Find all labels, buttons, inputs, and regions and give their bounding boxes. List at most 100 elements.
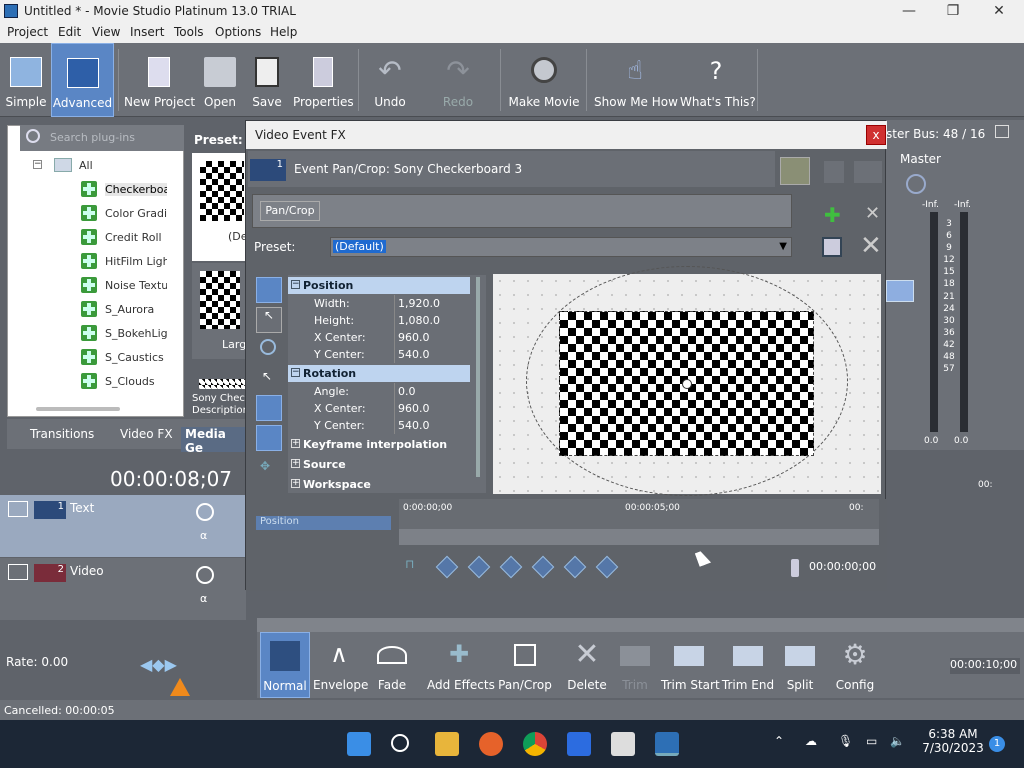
group-keyframe-interpolation[interactable]: + Keyframe interpolation	[288, 436, 470, 453]
7zip-icon[interactable]	[611, 732, 635, 756]
save-button[interactable]: Save	[248, 43, 286, 117]
preset-dropdown[interactable]: (Default) ▼	[330, 237, 792, 257]
minimize-button[interactable]: —	[886, 0, 932, 23]
group-position[interactable]: − Position	[288, 277, 470, 294]
chevron-up-icon[interactable]: ⌃	[774, 734, 784, 748]
dropbox-icon[interactable]	[567, 732, 591, 756]
firefox-icon[interactable]	[479, 732, 503, 756]
track-expand-icon[interactable]	[8, 564, 28, 580]
layout-view-icon[interactable]	[780, 157, 810, 185]
plugin-item[interactable]: Color Gradier	[20, 202, 180, 226]
search-input[interactable]: Search plug-ins	[50, 131, 135, 144]
undo-button[interactable]: ↶ Undo	[366, 43, 414, 117]
collapse-toggle[interactable]: −	[291, 368, 300, 377]
movie-studio-taskbar-icon[interactable]	[655, 732, 679, 756]
microphone-icon[interactable]: 🎙	[838, 734, 853, 748]
keyframe-track-position[interactable]: Position	[256, 516, 391, 530]
next-keyframe-icon[interactable]	[499, 555, 523, 579]
normal-edit-tool-icon[interactable]: ↖	[256, 307, 282, 333]
tab-media-generators[interactable]: Media Ge	[181, 427, 247, 455]
layout-view-2-icon[interactable]	[824, 161, 844, 183]
fade-tool-button[interactable]: Fade	[369, 632, 415, 698]
zoom-tool-icon[interactable]	[260, 339, 276, 355]
tab-transitions[interactable]: Transitions	[30, 427, 94, 441]
add-plugin-icon[interactable]: ✚	[824, 203, 841, 227]
rate-slider-handle[interactable]	[170, 678, 190, 696]
first-keyframe-icon[interactable]	[435, 555, 459, 579]
menu-view[interactable]: View	[92, 25, 120, 39]
pan-crop-button[interactable]: Pan/Crop	[497, 632, 553, 698]
redo-button[interactable]: ↷ Redo	[434, 43, 482, 117]
dialog-close-button[interactable]: x	[866, 125, 886, 145]
prop-width[interactable]: Width: 1,920.0	[288, 295, 470, 312]
add-keyframe-icon[interactable]	[563, 555, 587, 579]
keyframe-ruler[interactable]: 0:00:00;00 00:00:05;00 00:	[399, 499, 879, 529]
close-button[interactable]: ✕	[976, 0, 1022, 23]
group-workspace[interactable]: + Workspace	[288, 476, 470, 493]
compositing-icon[interactable]: α	[200, 592, 207, 605]
delete-keyframe-icon[interactable]	[595, 555, 619, 579]
track-2-header[interactable]: 2 Video α	[0, 558, 246, 620]
rotation-center-handle[interactable]	[682, 379, 692, 389]
preset-thumb-large[interactable]: Larg	[192, 263, 248, 359]
trim-end-button[interactable]: Trim End	[721, 632, 775, 698]
track-mute-icon[interactable]	[196, 566, 214, 584]
keyframe-slider[interactable]	[791, 559, 799, 577]
preset-thumb-default[interactable]: (De	[192, 153, 248, 261]
tab-video-fx[interactable]: Video FX	[120, 427, 173, 441]
file-explorer-icon[interactable]	[435, 732, 459, 756]
plugin-item[interactable]: HitFilm Light I	[20, 250, 180, 274]
plugin-item[interactable]: S_Aurora	[20, 298, 180, 322]
fader-handle[interactable]	[886, 280, 914, 302]
menu-options[interactable]: Options	[215, 25, 261, 39]
mute-icon[interactable]	[906, 174, 926, 194]
show-properties-icon[interactable]	[256, 277, 282, 303]
plugin-item[interactable]: S_BokehLight	[20, 322, 180, 346]
properties-button[interactable]: Properties	[293, 43, 354, 117]
advanced-button[interactable]: Advanced	[51, 43, 114, 117]
trim-button[interactable]: Trim	[615, 632, 655, 698]
plugin-item[interactable]: Checkerboar	[20, 178, 180, 202]
timeline-scrollbar[interactable]	[257, 618, 1024, 632]
keyframe-time[interactable]: 00:00:00;00	[809, 560, 876, 573]
menu-edit[interactable]: Edit	[58, 25, 81, 39]
simple-button[interactable]: Simple	[4, 43, 48, 117]
search-icon[interactable]	[391, 734, 409, 752]
speaker-icon[interactable]: 🔈	[890, 734, 905, 748]
expand-toggle[interactable]: +	[291, 479, 300, 488]
horizontal-scrollbar[interactable]	[36, 407, 120, 411]
config-button[interactable]: ⚙ Config	[831, 632, 879, 698]
menu-help[interactable]: Help	[270, 25, 297, 39]
maximize-button[interactable]: ❐	[930, 0, 976, 23]
plugin-item[interactable]: S_Caustics	[20, 346, 180, 370]
show-me-how-button[interactable]: ☝ Show Me How	[594, 43, 678, 117]
menu-project[interactable]: Project	[7, 25, 48, 39]
prev-keyframe-icon[interactable]	[467, 555, 491, 579]
chrome-icon[interactable]	[523, 732, 547, 756]
track-expand-icon[interactable]	[8, 501, 28, 517]
tree-root-all[interactable]: All	[79, 159, 93, 172]
menu-insert[interactable]: Insert	[130, 25, 164, 39]
plugin-item[interactable]: Noise Textur	[20, 274, 180, 298]
whats-this-button[interactable]: ? What's This?	[680, 43, 756, 117]
sync-cursor-icon[interactable]: ⊓	[405, 557, 423, 575]
prop-rot-x-center[interactable]: X Center: 960.0	[288, 400, 470, 417]
track-mute-icon[interactable]	[196, 503, 214, 521]
new-project-button[interactable]: New Project	[124, 43, 195, 117]
split-button[interactable]: Split	[781, 632, 819, 698]
stretch-fill-icon[interactable]	[256, 425, 282, 451]
track-1-header[interactable]: 1 Text α	[0, 495, 246, 557]
remove-plugin-icon[interactable]: ✕	[865, 203, 880, 224]
network-icon[interactable]: ☁	[805, 734, 817, 748]
normal-tool-button[interactable]: Normal	[260, 632, 310, 698]
expand-toggle[interactable]: +	[291, 439, 300, 448]
group-source[interactable]: + Source	[288, 456, 470, 473]
menu-tools[interactable]: Tools	[174, 25, 204, 39]
start-icon[interactable]	[347, 732, 371, 756]
pointer-icon[interactable]: ↖	[262, 369, 272, 383]
maintain-aspect-icon[interactable]	[256, 395, 282, 421]
pan-crop-chain-button[interactable]: Pan/Crop	[260, 201, 320, 221]
layout-view-3-icon[interactable]	[854, 161, 882, 183]
last-keyframe-icon[interactable]	[531, 555, 555, 579]
collapse-toggle[interactable]: −	[291, 280, 300, 289]
